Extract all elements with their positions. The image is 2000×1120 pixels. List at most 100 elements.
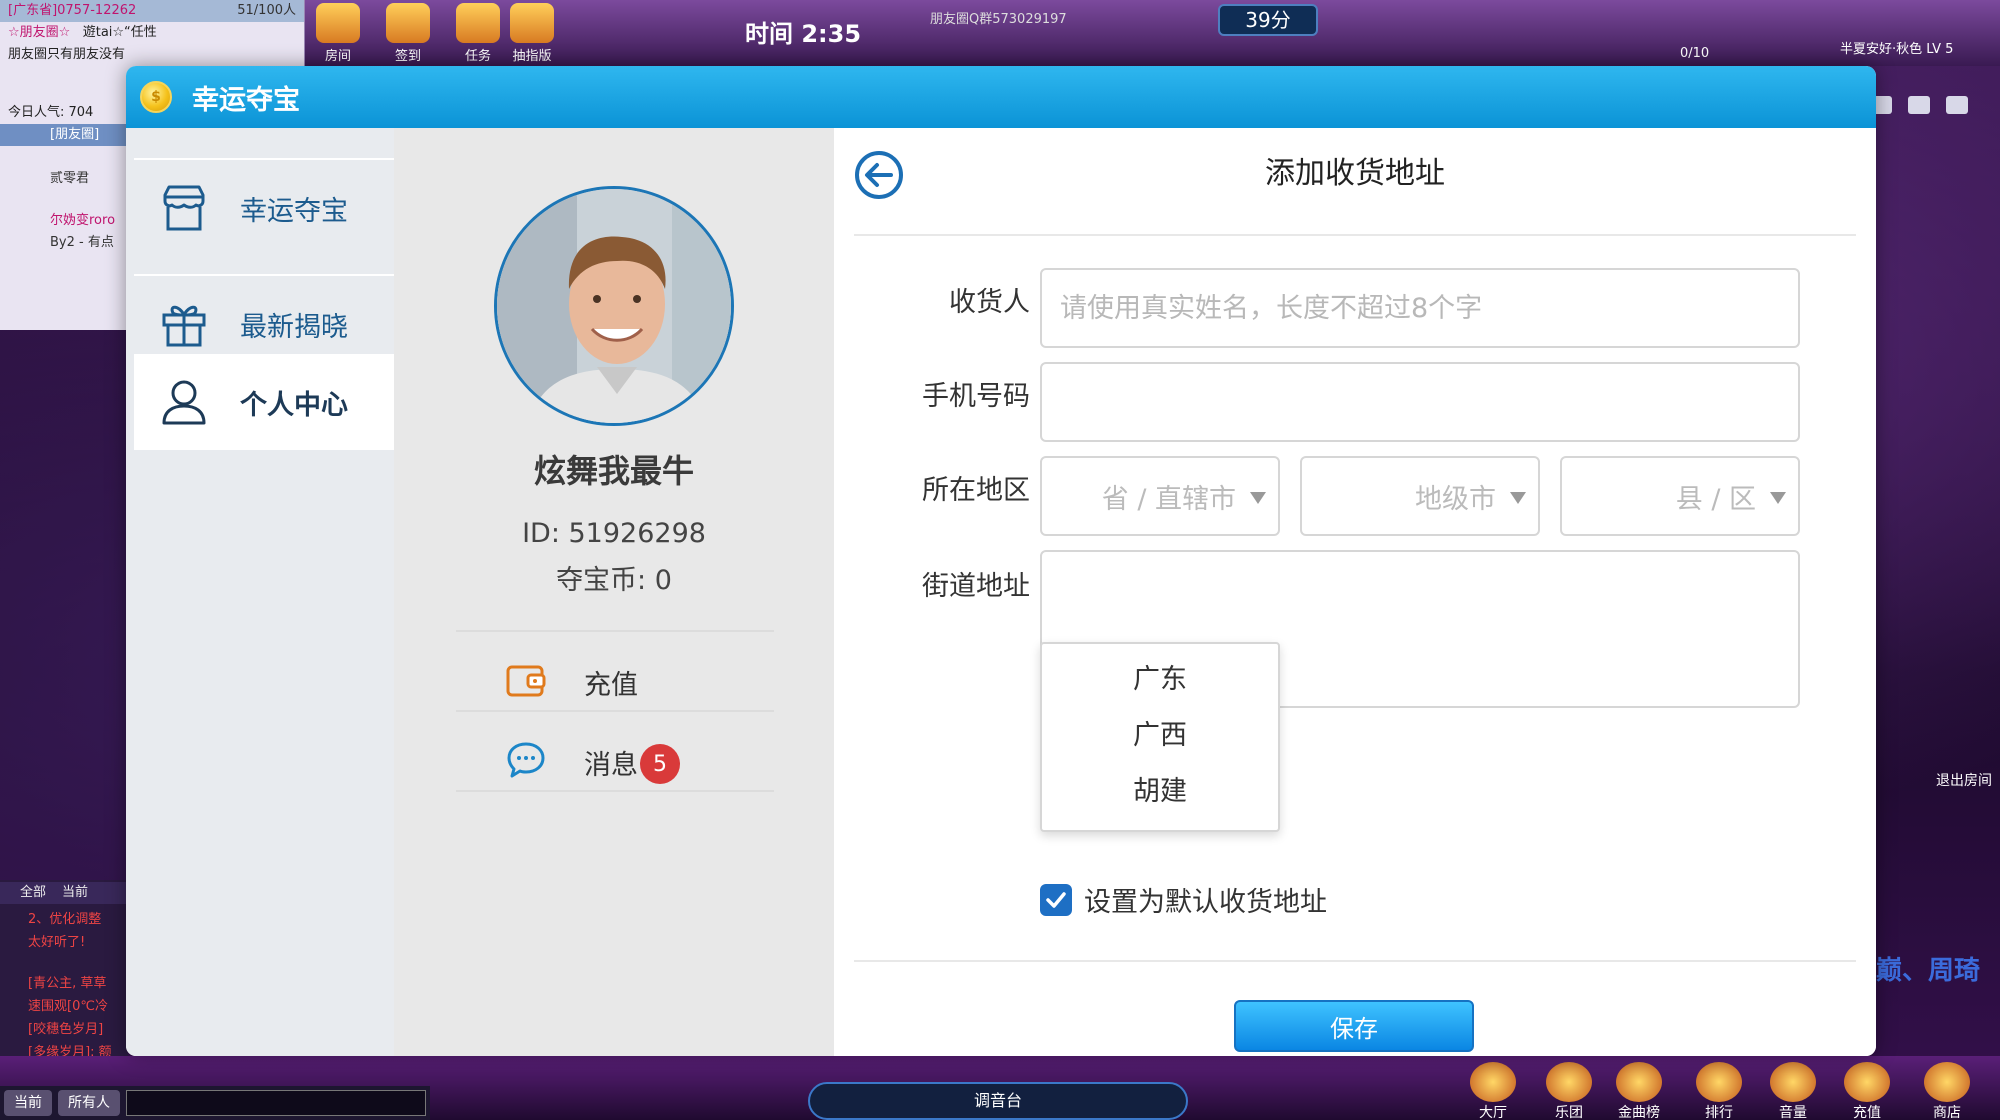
room-name: [广东省]0757-12262 xyxy=(8,3,137,18)
counter: 0/10 xyxy=(1680,46,1710,61)
recharge-label: 充值 xyxy=(584,669,638,701)
chart-icon xyxy=(1616,1062,1662,1102)
screen-icon[interactable] xyxy=(1908,96,1930,114)
lottery-icon xyxy=(510,3,554,43)
news-ticker: 巅、周琦 xyxy=(1876,956,1981,986)
chat-input-bar: 当前 所有人 xyxy=(0,1086,430,1120)
dock-label: 商店 xyxy=(1933,1105,1961,1120)
province-placeholder: 省 / 直辖市 xyxy=(1101,483,1236,515)
dock-volume[interactable]: 音量 xyxy=(1770,1062,1816,1120)
room-count: 51/100人 xyxy=(237,3,296,18)
top-lottery-button[interactable]: 抽指版 xyxy=(510,0,554,66)
checkmark-icon xyxy=(1046,892,1066,908)
level-text: 半夏安好·秋色 LV 5 xyxy=(1840,42,1954,57)
dock-shop[interactable]: 商店 xyxy=(1924,1062,1970,1120)
sidebar-item-label: 个人中心 xyxy=(240,389,348,421)
chat-line: ☆朋友圈☆ 遊tai☆“任性 xyxy=(0,22,304,44)
sidebar-item-lucky-draw[interactable]: 幸运夺宝 xyxy=(134,160,394,256)
chat-line: [咬穗色岁月] xyxy=(28,1022,104,1037)
top-room-label: 房间 xyxy=(324,49,351,64)
dock-lobby[interactable]: 大厅 xyxy=(1470,1062,1516,1120)
dock-recharge[interactable]: 充值 xyxy=(1844,1062,1890,1120)
chat-name: ☆朋友圈☆ xyxy=(8,25,71,40)
coin-balance: 夺宝币: 0 xyxy=(556,565,672,596)
user-icon xyxy=(158,376,210,428)
divider xyxy=(854,234,1856,236)
modal-title: 幸运夺宝 xyxy=(192,84,300,116)
province-option[interactable]: 广西 xyxy=(1042,708,1278,764)
timer-value: 2:35 xyxy=(801,20,862,48)
chat-line: 2、优化调整 xyxy=(28,912,102,927)
lobby-icon xyxy=(1470,1062,1516,1102)
score-display: 39分 xyxy=(1218,4,1318,36)
dock-chart[interactable]: 金曲榜 xyxy=(1616,1062,1662,1120)
dock-band[interactable]: 乐团 xyxy=(1546,1062,1592,1120)
exit-room-button[interactable]: 退出房间 xyxy=(1936,770,1992,790)
tuner-button[interactable]: 调音台 xyxy=(808,1082,1188,1120)
room-header: [广东省]0757-12262 51/100人 xyxy=(0,0,304,22)
top-room-button[interactable]: 房间 xyxy=(316,0,360,66)
top-checkin-button[interactable]: 签到 xyxy=(386,0,430,66)
game-timer: 时间 2:35 xyxy=(745,14,895,52)
tab-current[interactable]: 当前 xyxy=(62,882,88,904)
band-icon xyxy=(1546,1062,1592,1102)
top-checkin-label: 签到 xyxy=(394,49,421,64)
province-option[interactable]: 广东 xyxy=(1042,652,1278,708)
right-toolbar xyxy=(1870,96,1968,114)
dock-label: 音量 xyxy=(1779,1105,1807,1120)
chevron-down-icon xyxy=(1510,492,1526,504)
username: 炫舞我最牛 xyxy=(533,452,694,490)
tab-all[interactable]: 全部 xyxy=(20,882,46,904)
county-select[interactable]: 县 / 区 xyxy=(1560,456,1800,536)
city-select[interactable]: 地级市 xyxy=(1300,456,1540,536)
chevron-down-icon xyxy=(1770,492,1786,504)
chat-user: 遊tai☆“任性 xyxy=(82,25,157,40)
default-address-checkbox[interactable] xyxy=(1040,884,1072,916)
sidebar-item-label: 幸运夺宝 xyxy=(240,195,348,227)
save-button[interactable]: 保存 xyxy=(1234,1000,1474,1052)
shop-icon xyxy=(158,182,210,234)
sidebar-item-personal-center[interactable]: 个人中心 xyxy=(134,354,394,450)
province-option[interactable]: 胡建 xyxy=(1042,764,1278,820)
modal-header: $ 幸运夺宝 xyxy=(126,66,1876,128)
rank-icon xyxy=(1696,1062,1742,1102)
dock-rank[interactable]: 排行 xyxy=(1696,1062,1742,1120)
avatar xyxy=(494,186,734,426)
dock-label: 排行 xyxy=(1705,1105,1733,1120)
room-icon xyxy=(316,3,360,43)
chat-input[interactable] xyxy=(126,1090,426,1116)
top-task-button[interactable]: 任务 xyxy=(456,0,500,66)
region-label: 所在地区 xyxy=(922,475,1030,506)
province-dropdown: 广东 广西 胡建 xyxy=(1040,642,1280,832)
chat-tabs: 全部 当前 xyxy=(0,882,128,904)
volume-icon[interactable] xyxy=(1946,96,1968,114)
recipient-input[interactable] xyxy=(1040,268,1800,348)
profile-panel: 炫舞我最牛 ID: 51926298 夺宝币: 0 充值 消息 5 xyxy=(394,128,834,1056)
speaker-icon xyxy=(1770,1062,1816,1102)
chat-line: 太好听了! xyxy=(28,935,86,950)
lucky-draw-modal: $ 幸运夺宝 幸运夺宝 最新揭晓 个人中心 炫舞我最牛 ID: 51926298… xyxy=(126,66,1876,1056)
phone-input[interactable] xyxy=(1040,362,1800,442)
group-number: 朋友圈Q群573029197 xyxy=(930,12,1067,27)
gift-icon xyxy=(158,298,210,350)
chat-line: 速围观[0℃冷 xyxy=(28,999,108,1014)
recipient-label: 收货人 xyxy=(949,287,1030,318)
messages-button[interactable]: 消息 xyxy=(456,712,774,812)
channel-select[interactable]: 当前 xyxy=(4,1090,52,1116)
phone-label: 手机号码 xyxy=(922,381,1030,412)
messages-label: 消息 xyxy=(584,749,638,781)
dock-label: 充值 xyxy=(1853,1105,1881,1120)
top-lottery-label: 抽指版 xyxy=(512,49,552,64)
target-select[interactable]: 所有人 xyxy=(58,1090,120,1116)
chevron-down-icon xyxy=(1250,492,1266,504)
add-address-form: 添加收货地址 收货人 手机号码 所在地区 省 / 直辖市 地级市 县 / 区 广… xyxy=(834,128,1876,1056)
divider xyxy=(456,790,774,792)
shop-icon xyxy=(1924,1062,1970,1102)
street-label: 街道地址 xyxy=(922,571,1030,602)
province-select[interactable]: 省 / 直辖市 xyxy=(1040,456,1280,536)
message-count-badge: 5 xyxy=(640,744,680,784)
chat-line: [青公主, 草草 xyxy=(28,976,107,991)
coin-icon: $ xyxy=(140,81,172,113)
checkin-icon xyxy=(386,3,430,43)
dock-label: 金曲榜 xyxy=(1618,1105,1660,1120)
